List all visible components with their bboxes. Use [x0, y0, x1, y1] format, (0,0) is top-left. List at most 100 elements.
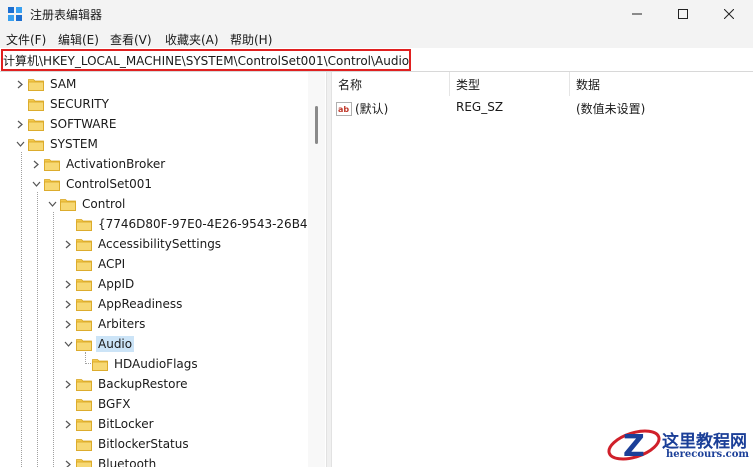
tree-guide-system	[21, 152, 22, 467]
folder-icon	[92, 358, 108, 371]
chevron-down-icon[interactable]	[46, 194, 58, 214]
svg-text:Z: Z	[623, 429, 645, 464]
value-name: (默认)	[355, 102, 389, 116]
tree-item[interactable]: Bluetooth	[62, 454, 158, 467]
regedit-icon	[8, 7, 22, 21]
column-header-data[interactable]: 数据	[570, 72, 753, 96]
tree-item[interactable]: BitlockerStatus	[62, 434, 191, 454]
tree-scrollbar[interactable]	[308, 72, 325, 467]
tree-item-label: ActivationBroker	[66, 157, 166, 171]
folder-icon	[44, 158, 60, 171]
svg-text:ab: ab	[338, 105, 349, 114]
folder-icon	[76, 378, 92, 391]
folder-open-icon	[28, 138, 44, 151]
folder-icon	[76, 398, 92, 411]
tree-item[interactable]: ControlSet001	[30, 174, 154, 194]
chevron-right-icon[interactable]	[62, 374, 74, 394]
tree-item[interactable]: ActivationBroker	[30, 154, 167, 174]
tree-item[interactable]: AccessibilitySettings	[62, 234, 223, 254]
menu-edit[interactable]: 编辑(E)	[58, 31, 99, 48]
tree-item-label: HDAudioFlags	[114, 357, 198, 371]
address-bar[interactable]: 计算机\HKEY_LOCAL_MACHINE\SYSTEM\ControlSet…	[0, 48, 753, 72]
address-highlight-box	[1, 49, 411, 71]
tree-item-label: Arbiters	[98, 317, 146, 331]
tree-item-label: SYSTEM	[50, 137, 98, 151]
chevron-down-icon[interactable]	[30, 174, 42, 194]
chevron-right-icon[interactable]	[62, 274, 74, 294]
tree-item[interactable]: SECURITY	[14, 94, 111, 114]
folder-icon	[28, 78, 44, 91]
tree-item-label: Audio	[96, 336, 135, 352]
tree-item-label: SOFTWARE	[50, 117, 117, 131]
tree-item[interactable]: Arbiters	[62, 314, 147, 334]
folder-icon	[76, 418, 92, 431]
tree-item-label: BackupRestore	[98, 377, 188, 391]
folder-open-icon	[60, 198, 76, 211]
tree-item-label: BGFX	[98, 397, 131, 411]
close-icon	[724, 9, 734, 19]
chevron-right-icon[interactable]	[14, 114, 26, 134]
folder-icon	[76, 318, 92, 331]
chevron-right-icon[interactable]	[62, 294, 74, 314]
column-header-type[interactable]: 类型	[450, 72, 570, 96]
tree-guide-controlset	[37, 192, 38, 467]
tree-item[interactable]: AppID	[62, 274, 136, 294]
chevron-right-icon[interactable]	[62, 314, 74, 334]
chevron-right-icon[interactable]	[62, 414, 74, 434]
tree-item-label: BitLocker	[98, 417, 154, 431]
tree-item-label: AccessibilitySettings	[98, 237, 222, 251]
tree-item[interactable]: Audio	[62, 334, 135, 354]
value-data: (数值未设置)	[576, 102, 646, 116]
tree-item[interactable]: {7746D80F-97E0-4E26-9543-26B4	[62, 214, 310, 234]
menu-view[interactable]: 查看(V)	[110, 31, 152, 48]
values-pane[interactable]: 名称 类型 数据 ab (默认) REG_SZ (数值未设置)	[332, 72, 753, 467]
folder-icon	[76, 278, 92, 291]
tree-pane[interactable]: SAM SECURITY SOFTWARE SYSTEM ActivationBroke…	[0, 72, 327, 467]
close-button[interactable]	[706, 0, 752, 28]
tree-item[interactable]: AppReadiness	[62, 294, 184, 314]
tree-item-label: AppReadiness	[98, 297, 183, 311]
tree-item-label: {7746D80F-97E0-4E26-9543-26B4	[98, 217, 308, 231]
menu-bar: 文件(F) 编辑(E) 查看(V) 收藏夹(A) 帮助(H)	[0, 28, 753, 48]
tree-item[interactable]: BitLocker	[62, 414, 156, 434]
watermark-url: herecours.com	[666, 449, 750, 460]
value-type: REG_SZ	[456, 100, 504, 114]
maximize-button[interactable]	[660, 0, 706, 28]
tree-item[interactable]: SYSTEM	[14, 134, 100, 154]
chevron-right-icon[interactable]	[62, 234, 74, 254]
folder-icon	[76, 438, 92, 451]
chevron-right-icon[interactable]	[14, 74, 26, 94]
menu-file[interactable]: 文件(F)	[6, 31, 46, 48]
minimize-button[interactable]	[614, 0, 660, 28]
value-row-default[interactable]: ab (默认)	[336, 100, 388, 117]
menu-help[interactable]: 帮助(H)	[230, 31, 272, 48]
tree-item-label: ACPI	[98, 257, 126, 271]
tree-item[interactable]: HDAudioFlags	[78, 354, 200, 374]
watermark: Z 这里教程网 herecours.com	[604, 424, 753, 467]
tree-item[interactable]: ACPI	[62, 254, 127, 274]
tree-item[interactable]: BackupRestore	[62, 374, 190, 394]
folder-icon	[76, 458, 92, 467]
folder-icon	[76, 298, 92, 311]
folder-icon	[76, 238, 92, 251]
folder-open-icon	[76, 338, 92, 351]
chevron-down-icon[interactable]	[14, 134, 26, 154]
chevron-down-icon[interactable]	[62, 334, 74, 354]
chevron-right-icon[interactable]	[62, 454, 74, 467]
watermark-logo: Z	[607, 429, 661, 464]
column-header-name[interactable]: 名称	[332, 72, 450, 96]
tree-item-label: SAM	[50, 77, 77, 91]
menu-favorites[interactable]: 收藏夹(A)	[165, 31, 219, 48]
tree-item[interactable]: SOFTWARE	[14, 114, 118, 134]
tree-item[interactable]: Control	[46, 194, 127, 214]
tree-item-label: ControlSet001	[66, 177, 152, 191]
tree-item[interactable]: BGFX	[62, 394, 132, 414]
tree-scrollbar-thumb[interactable]	[315, 106, 318, 144]
chevron-right-icon[interactable]	[30, 154, 42, 174]
tree-item[interactable]: SAM	[14, 74, 78, 94]
